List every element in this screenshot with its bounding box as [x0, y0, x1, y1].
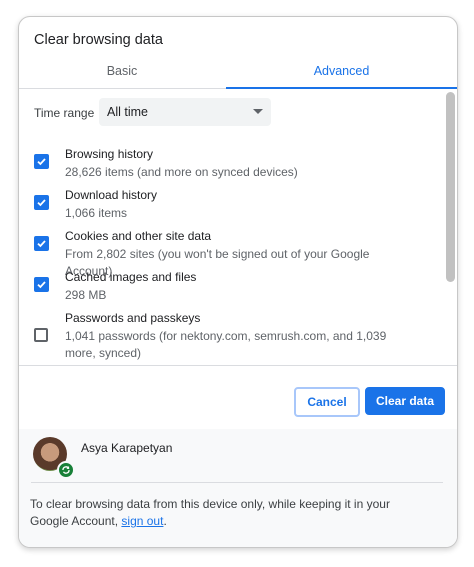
time-range-label: Time range: [34, 106, 95, 120]
option-title: Passwords and passkeys: [65, 311, 201, 325]
checkbox-checked[interactable]: [34, 277, 49, 292]
tab-advanced-label: Advanced: [313, 64, 370, 78]
options-scroll-area[interactable]: Time range All time Browsing history 28,…: [19, 90, 457, 366]
tab-advanced[interactable]: Advanced: [226, 61, 457, 89]
option-title: Cached images and files: [65, 270, 197, 284]
sign-out-notice: To clear browsing data from this device …: [30, 496, 430, 530]
option-title: Cookies and other site data: [65, 229, 212, 243]
dialog-title: Clear browsing data: [34, 32, 163, 48]
scrollbar-thumb[interactable]: [446, 92, 455, 282]
active-tab-indicator: [226, 87, 457, 89]
clear-browsing-data-dialog: Clear browsing data Basic Advanced Time …: [18, 16, 458, 548]
account-name: Asya Karapetyan: [81, 441, 173, 455]
cancel-button[interactable]: Cancel: [294, 387, 360, 417]
option-detail: 28,626 items (and more on synced devices…: [65, 165, 298, 179]
option-detail: 1,041 passwords (for nektony.com, semrus…: [65, 329, 387, 360]
tab-bar: Basic Advanced: [19, 61, 457, 89]
option-detail: 1,066 items: [65, 206, 128, 220]
account-section: Asya Karapetyan To clear browsing data f…: [19, 429, 457, 547]
divider: [31, 482, 443, 483]
notice-end: .: [163, 514, 167, 528]
option-detail: 298 MB: [65, 288, 107, 302]
sign-out-link[interactable]: sign out: [121, 514, 163, 528]
check-icon: [37, 158, 46, 166]
time-range-value: All time: [107, 105, 148, 119]
option-title: Browsing history: [65, 147, 154, 161]
check-icon: [37, 240, 46, 248]
clear-data-button[interactable]: Clear data: [365, 387, 445, 415]
check-icon: [37, 199, 46, 207]
checkbox-unchecked[interactable]: [34, 328, 48, 342]
checkbox-checked[interactable]: [34, 195, 49, 210]
notice-text: To clear browsing data from this device …: [30, 497, 390, 528]
time-range-select[interactable]: All time: [99, 98, 271, 126]
chevron-down-icon: [253, 109, 263, 114]
check-icon: [37, 281, 46, 289]
tab-basic[interactable]: Basic: [19, 61, 225, 88]
option-title: Download history: [65, 188, 158, 202]
checkbox-checked[interactable]: [34, 154, 49, 169]
sync-icon: [57, 461, 75, 479]
checkbox-checked[interactable]: [34, 236, 49, 251]
